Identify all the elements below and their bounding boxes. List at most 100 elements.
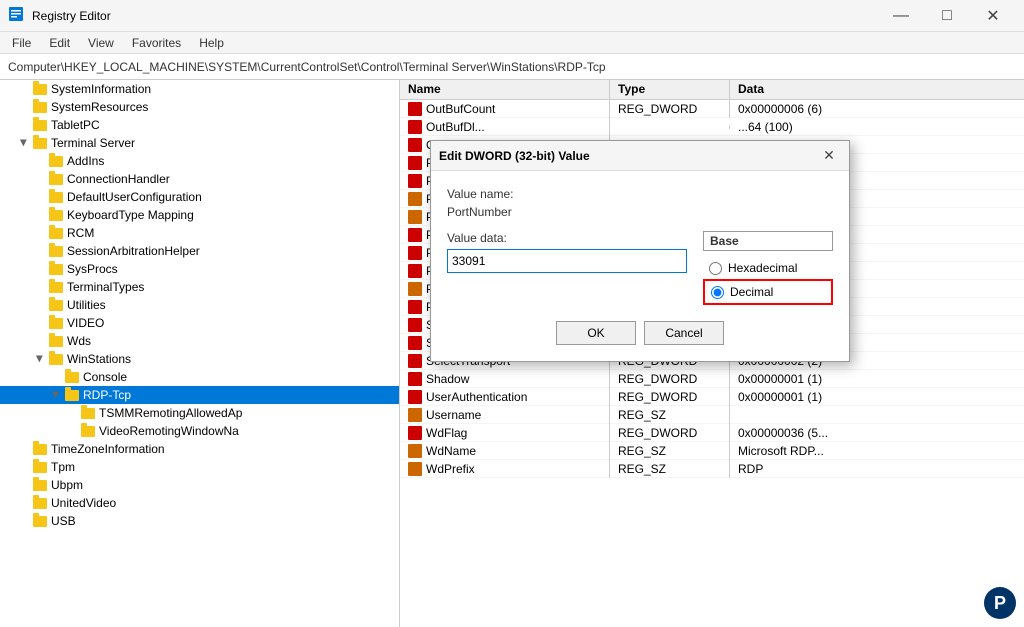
tree-arrow (32, 207, 48, 223)
tree-item-label: SystemInformation (51, 82, 151, 96)
tree-item-TSMMRemotingAllowedAp[interactable]: TSMMRemotingAllowedAp (0, 404, 399, 422)
value-name-label: Value name: (447, 187, 833, 201)
row-name-cell: OutBufDl... (400, 118, 610, 136)
tree-item-label: Wds (67, 334, 91, 348)
hex-radio[interactable] (709, 262, 722, 275)
row-name-cell: WdName (400, 442, 610, 460)
tree-item-TerminalServer[interactable]: ▶ Terminal Server (0, 134, 399, 152)
menu-favorites[interactable]: Favorites (124, 34, 189, 52)
reg-type-icon (408, 120, 422, 134)
table-row[interactable]: Shadow REG_DWORD 0x00000001 (1) (400, 370, 1024, 388)
folder-icon (48, 225, 64, 241)
dec-radio[interactable] (711, 286, 724, 299)
reg-type-icon (408, 336, 422, 350)
table-row[interactable]: OutBufDl... ...64 (100) (400, 118, 1024, 136)
row-data-cell: 0x00000001 (1) (730, 370, 1024, 388)
maximize-button[interactable]: □ (924, 0, 970, 32)
decimal-option[interactable]: Decimal (703, 279, 833, 305)
table-row[interactable]: WdName REG_SZ Microsoft RDP... (400, 442, 1024, 460)
tree-arrow (32, 189, 48, 205)
table-row[interactable]: UserAuthentication REG_DWORD 0x00000001 … (400, 388, 1024, 406)
row-type-cell: REG_DWORD (610, 388, 730, 406)
tree-item-AddIns[interactable]: AddIns (0, 152, 399, 170)
folder-icon (32, 513, 48, 529)
reg-type-icon (408, 264, 422, 278)
menu-file[interactable]: File (4, 34, 39, 52)
row-data-cell: 0x00000006 (6) (730, 100, 1024, 118)
col-header-data: Data (730, 80, 1024, 99)
tree-arrow (16, 117, 32, 133)
tree-item-UnitedVideo[interactable]: UnitedVideo (0, 494, 399, 512)
menu-edit[interactable]: Edit (41, 34, 78, 52)
row-name: WdPrefix (426, 462, 475, 476)
table-row[interactable]: WdFlag REG_DWORD 0x00000036 (5... (400, 424, 1024, 442)
tree-item-label: TabletPC (51, 118, 100, 132)
row-data-cell: 0x00000001 (1) (730, 388, 1024, 406)
tree-item-label: USB (51, 514, 76, 528)
value-name-value: PortNumber (447, 205, 833, 219)
minimize-button[interactable]: — (878, 0, 924, 32)
tree-item-label: SystemResources (51, 100, 148, 114)
tree-item-Wds[interactable]: Wds (0, 332, 399, 350)
table-row[interactable]: Username REG_SZ (400, 406, 1024, 424)
tree-item-SystemResources[interactable]: SystemResources (0, 98, 399, 116)
address-path: Computer\HKEY_LOCAL_MACHINE\SYSTEM\Curre… (8, 60, 606, 74)
folder-icon (32, 477, 48, 493)
tree-item-label: Terminal Server (51, 136, 135, 150)
tree-item-WinStations[interactable]: ▶ WinStations (0, 350, 399, 368)
dec-label: Decimal (730, 285, 773, 299)
reg-type-icon (408, 282, 422, 296)
tree-item-SessionArbitrationHelper[interactable]: SessionArbitrationHelper (0, 242, 399, 260)
row-type-cell: REG_DWORD (610, 100, 730, 118)
tree-item-RDP-Tcp[interactable]: ▶ RDP-Tcp (0, 386, 399, 404)
tree-item-SystemInformation[interactable]: SystemInformation (0, 80, 399, 98)
tree-item-SysProcs[interactable]: SysProcs (0, 260, 399, 278)
reg-type-icon (408, 192, 422, 206)
folder-icon (48, 261, 64, 277)
tree-item-Utilities[interactable]: Utilities (0, 296, 399, 314)
row-type-cell: REG_DWORD (610, 424, 730, 442)
tree-item-RCM[interactable]: RCM (0, 224, 399, 242)
folder-icon (32, 81, 48, 97)
menu-help[interactable]: Help (191, 34, 232, 52)
value-data-input[interactable] (447, 249, 687, 273)
reg-type-icon (408, 408, 422, 422)
tree-item-VIDEO[interactable]: VIDEO (0, 314, 399, 332)
tree-item-label: TSMMRemotingAllowedAp (99, 406, 242, 420)
tree-item-VideoRemotingWindowNa[interactable]: VideoRemotingWindowNa (0, 422, 399, 440)
cancel-button[interactable]: Cancel (644, 321, 724, 345)
table-row[interactable]: OutBufCount REG_DWORD 0x00000006 (6) (400, 100, 1024, 118)
tree-item-TimeZoneInformation[interactable]: TimeZoneInformation (0, 440, 399, 458)
dialog-close-button[interactable]: ✕ (817, 144, 841, 168)
folder-icon (64, 387, 80, 403)
table-row[interactable]: WdPrefix REG_SZ RDP (400, 460, 1024, 478)
tree-arrow (64, 405, 80, 421)
tree-item-KeyboardTypeMapping[interactable]: KeyboardType Mapping (0, 206, 399, 224)
watermark: P (984, 587, 1016, 619)
tree-arrow (32, 171, 48, 187)
row-type-cell: REG_SZ (610, 406, 730, 424)
hexadecimal-option[interactable]: Hexadecimal (703, 257, 833, 279)
row-name-cell: UserAuthentication (400, 388, 610, 406)
row-name-cell: OutBufCount (400, 100, 610, 118)
menu-view[interactable]: View (80, 34, 122, 52)
close-button[interactable]: ✕ (970, 0, 1016, 32)
tree-item-ConnectionHandler[interactable]: ConnectionHandler (0, 170, 399, 188)
reg-type-icon (408, 246, 422, 260)
row-data-cell: 0x00000036 (5... (730, 424, 1024, 442)
folder-icon (32, 495, 48, 511)
tree-arrow (32, 279, 48, 295)
tree-item-TerminalTypes[interactable]: TerminalTypes (0, 278, 399, 296)
tree-arrow (32, 225, 48, 241)
tree-item-TabletPC[interactable]: TabletPC (0, 116, 399, 134)
tree-item-Ubpm[interactable]: Ubpm (0, 476, 399, 494)
row-type-cell (610, 125, 730, 129)
tree-item-USB[interactable]: USB (0, 512, 399, 530)
tree-item-Console[interactable]: Console (0, 368, 399, 386)
tree-arrow: ▶ (16, 135, 32, 151)
tree-arrow (32, 315, 48, 331)
tree-item-Tpm[interactable]: Tpm (0, 458, 399, 476)
dialog-title-bar: Edit DWORD (32-bit) Value ✕ (431, 141, 849, 171)
ok-button[interactable]: OK (556, 321, 636, 345)
tree-item-DefaultUserConfiguration[interactable]: DefaultUserConfiguration (0, 188, 399, 206)
